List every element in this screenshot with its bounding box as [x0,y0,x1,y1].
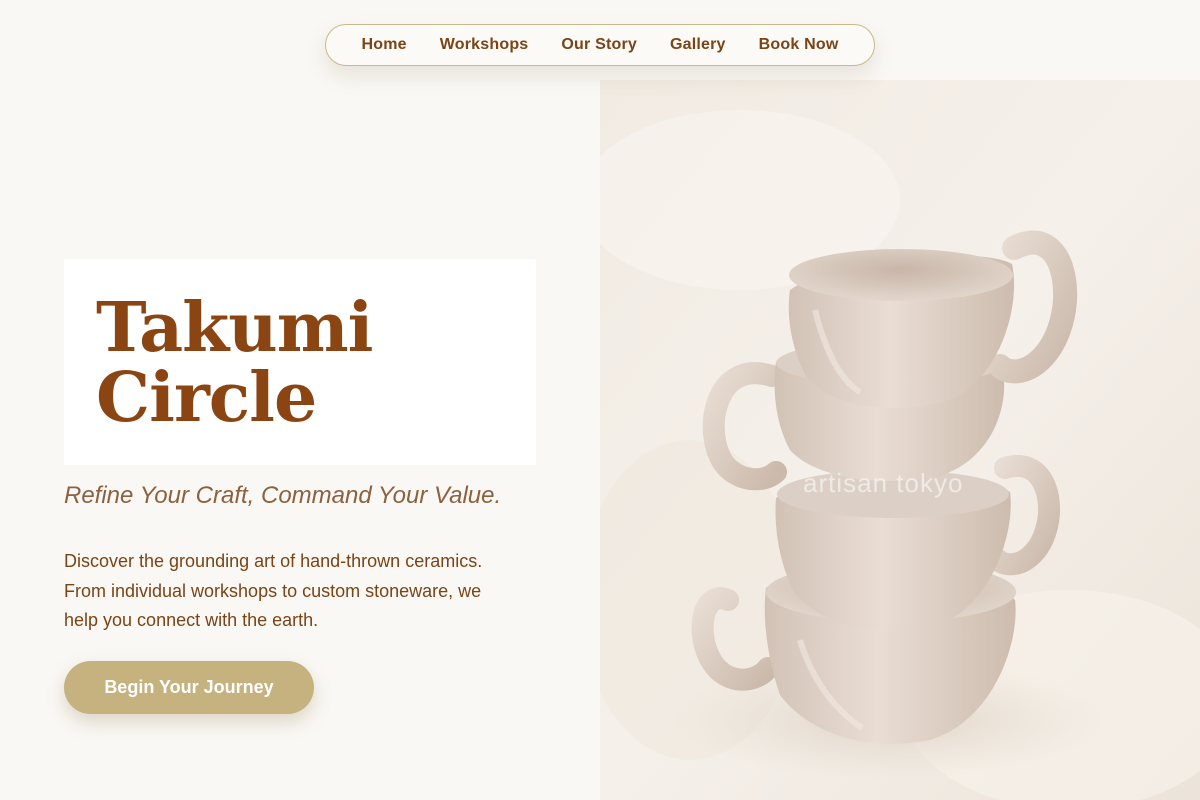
hero-title-line-2: Circle [96,358,317,438]
title-card: Takumi Circle [64,259,536,465]
nav-workshops[interactable]: Workshops [440,36,529,54]
hero-tagline: Refine Your Craft, Command Your Value. [64,482,502,509]
hero-title-line-1: Takumi [96,288,373,368]
image-watermark: artisan tokyo [803,468,964,498]
nav-our-story[interactable]: Our Story [561,36,637,54]
nav-book-now[interactable]: Book Now [759,36,839,54]
begin-journey-button[interactable]: Begin Your Journey [64,661,314,714]
nav-gallery[interactable]: Gallery [670,36,726,54]
nav-home[interactable]: Home [362,36,407,54]
hero-title: Takumi Circle [96,293,373,433]
stacked-cups-illustration [600,80,1200,800]
main-nav: Home Workshops Our Story Gallery Book No… [325,24,875,66]
hero-image: artisan tokyo [600,80,1200,800]
hero-description: Discover the grounding art of hand-throw… [64,551,483,630]
